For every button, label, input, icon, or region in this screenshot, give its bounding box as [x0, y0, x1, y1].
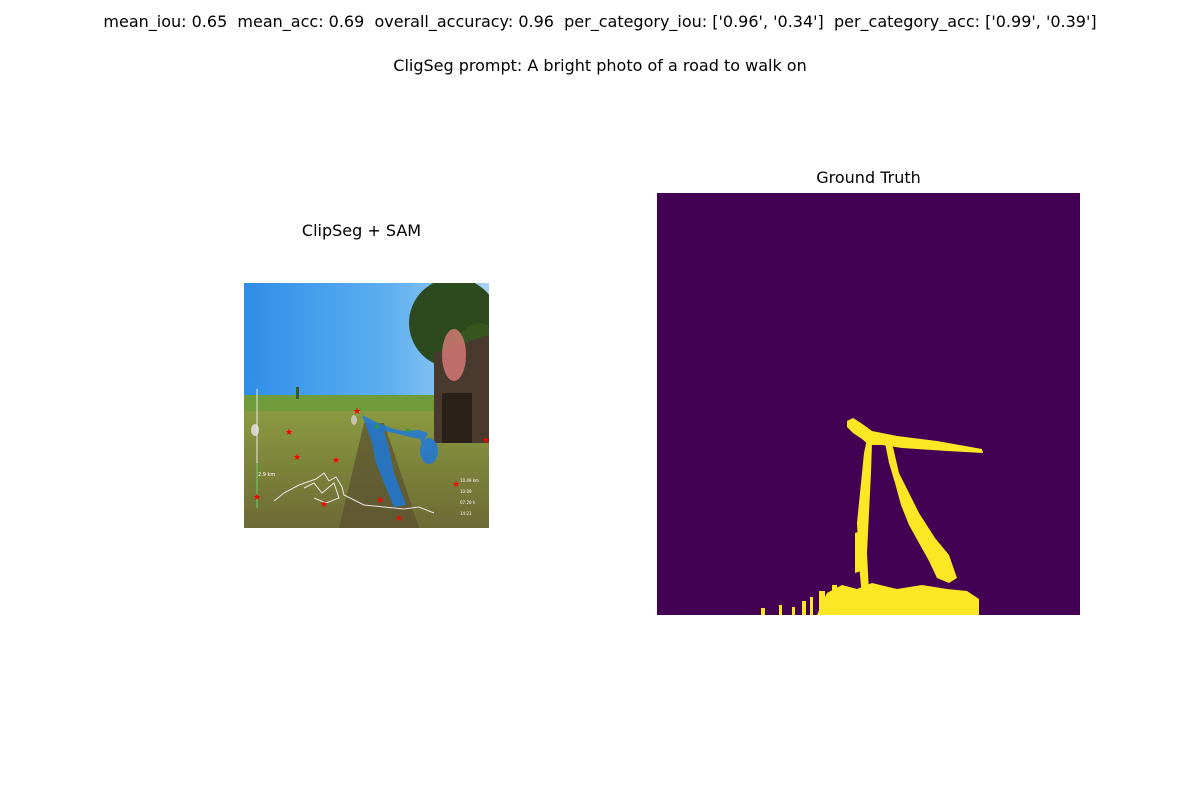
overlay-time: 10:09	[460, 489, 472, 494]
point-star: ★	[376, 496, 384, 506]
point-star: ★	[353, 407, 361, 417]
mask-speck	[779, 605, 782, 615]
point-star: ★	[395, 514, 403, 524]
ground-truth-mask-image	[657, 193, 1080, 615]
mask-speck	[819, 591, 825, 615]
overlay-clock: 14:21	[460, 511, 472, 516]
segmentation-mask-blob	[420, 438, 438, 464]
point-star-positive: ★	[373, 422, 380, 431]
clipseg-sam-title: ClipSeg + SAM	[301, 221, 422, 240]
point-star: ★	[293, 453, 301, 463]
clipseg-prompt: CligSeg prompt: A bright photo of a road…	[393, 56, 807, 75]
metrics-summary: mean_iou: 0.65 mean_acc: 0.69 overall_ac…	[103, 12, 1097, 31]
distant-tree	[296, 387, 299, 399]
point-star-positive: ★	[404, 426, 411, 435]
point-star: ★	[253, 493, 261, 503]
point-star: ★	[452, 480, 460, 490]
barn-door	[442, 393, 472, 443]
mask-speck	[832, 585, 837, 595]
mask-speck	[810, 597, 813, 615]
mask-speck	[792, 607, 795, 615]
point-star: ★	[482, 436, 489, 446]
ground-truth-title: Ground Truth	[816, 168, 921, 187]
mask-background	[657, 193, 1080, 615]
point-star: ★	[320, 500, 328, 510]
overlay-duration: 07:20 h	[460, 500, 476, 505]
point-star: ★	[285, 428, 293, 438]
road-side-blob	[855, 531, 861, 573]
clipseg-sam-prediction-image: 2.9 km 10.49 km 10:09 07:20 h 14:21 ★ ★ …	[244, 283, 489, 528]
sheep	[251, 424, 259, 436]
overlay-total-distance: 10.49 km	[460, 478, 479, 483]
mask-speck	[802, 601, 806, 615]
lens-flare	[442, 329, 466, 381]
overlay-distance-label: 2.9 km	[258, 472, 275, 478]
point-star: ★	[332, 456, 340, 466]
mask-speck	[761, 608, 765, 615]
